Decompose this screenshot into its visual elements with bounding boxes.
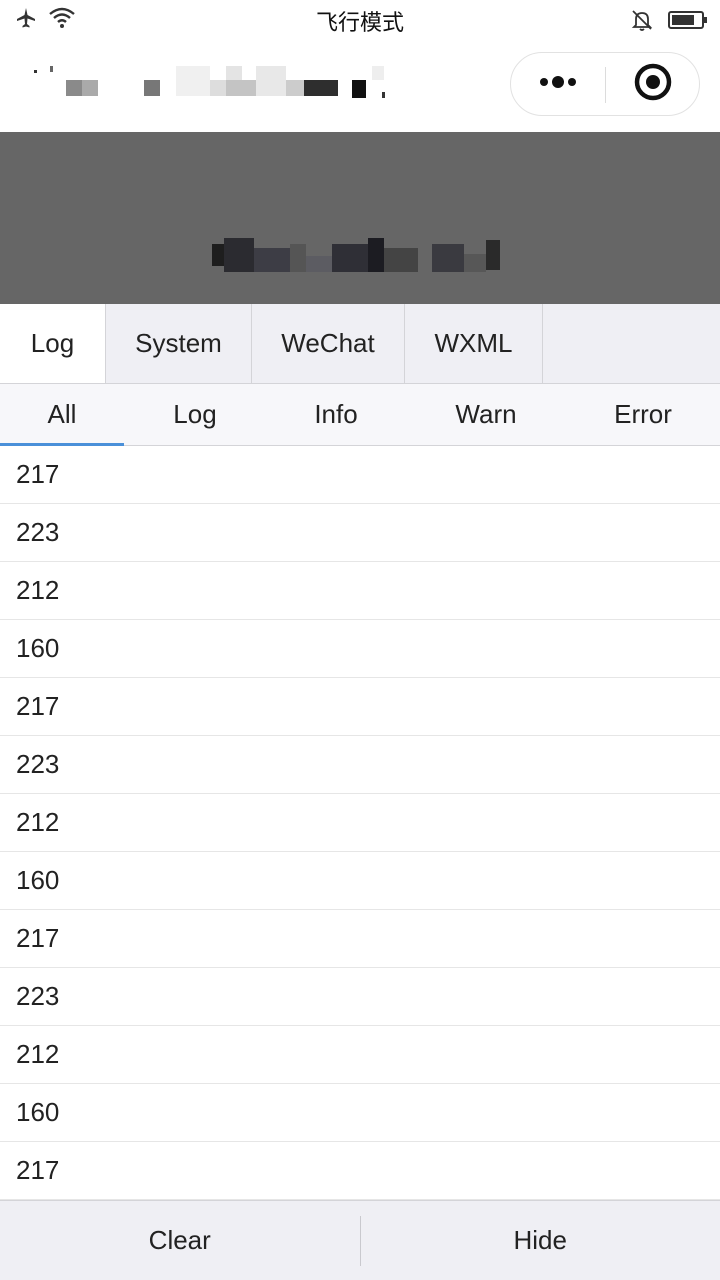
tab-log[interactable]: Log xyxy=(0,304,106,383)
target-icon xyxy=(633,62,673,107)
log-entry: 223 xyxy=(0,968,720,1026)
log-entry: 217 xyxy=(0,446,720,504)
tab-bar-filler xyxy=(543,304,720,383)
log-entry: 217 xyxy=(0,1142,720,1200)
log-entry: 160 xyxy=(0,1084,720,1142)
clear-button[interactable]: Clear xyxy=(0,1201,360,1280)
log-entry: 217 xyxy=(0,678,720,736)
tab-wxml[interactable]: WXML xyxy=(405,304,543,383)
mute-bell-icon xyxy=(630,8,654,37)
log-entry: 160 xyxy=(0,620,720,678)
hide-button[interactable]: Hide xyxy=(361,1201,720,1280)
banner-text-obscured xyxy=(212,238,512,278)
log-entry: 223 xyxy=(0,504,720,562)
log-entry: 217 xyxy=(0,910,720,968)
filter-tab-info[interactable]: Info xyxy=(266,384,406,445)
log-list[interactable]: 217 223 212 160 217 223 212 160 217 223 … xyxy=(0,446,720,1200)
battery-icon xyxy=(668,9,708,36)
log-entry: 212 xyxy=(0,794,720,852)
filter-tab-log[interactable]: Log xyxy=(124,384,266,445)
page-banner xyxy=(0,132,720,304)
log-filter-tabs: All Log Info Warn Error xyxy=(0,384,720,446)
filter-tab-warn[interactable]: Warn xyxy=(406,384,566,445)
filter-tab-all[interactable]: All xyxy=(0,384,124,446)
log-entry: 212 xyxy=(0,1026,720,1084)
mini-program-capsule xyxy=(510,52,700,116)
status-title: 飞行模式 xyxy=(315,10,404,35)
status-bar: 飞行模式 xyxy=(0,0,720,38)
status-right-icons xyxy=(630,8,708,37)
log-entry: 212 xyxy=(0,562,720,620)
more-dots-icon xyxy=(538,75,578,94)
filter-tab-error[interactable]: Error xyxy=(566,384,720,445)
tab-system[interactable]: System xyxy=(106,304,252,383)
bottom-toolbar: Clear Hide xyxy=(0,1200,720,1280)
log-entry: 223 xyxy=(0,736,720,794)
log-entry: 160 xyxy=(0,852,720,910)
nav-title-obscured xyxy=(30,66,390,106)
tab-wechat[interactable]: WeChat xyxy=(252,304,405,383)
nav-bar xyxy=(0,38,720,132)
more-button[interactable] xyxy=(511,53,605,115)
main-tab-bar: Log System WeChat WXML xyxy=(0,304,720,384)
close-mini-program-button[interactable] xyxy=(606,53,700,115)
